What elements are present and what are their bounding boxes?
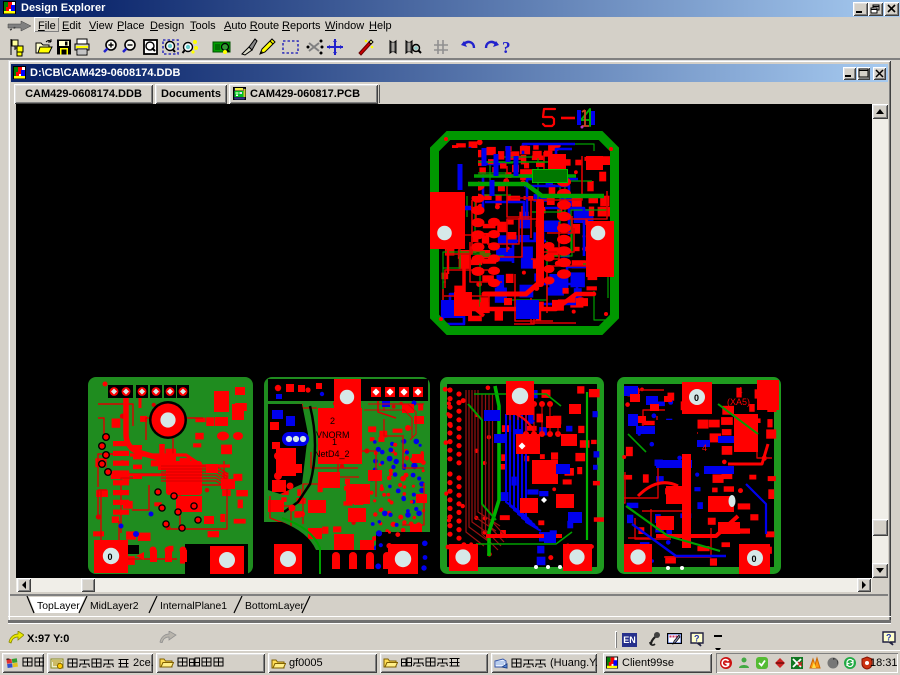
svg-text:?: ? [694, 634, 700, 644]
svg-text:1: 1 [332, 437, 337, 447]
svg-text:?: ? [502, 38, 511, 57]
svg-text:4: 4 [737, 386, 743, 397]
svg-text:BottomLayer: BottomLayer [245, 601, 304, 612]
svg-text:MidLayer2: MidLayer2 [90, 601, 139, 612]
svg-text:NetD4_2: NetD4_2 [314, 449, 350, 459]
svg-text:0: 0 [752, 554, 757, 564]
svg-text:0: 0 [694, 393, 699, 403]
svg-text:2: 2 [330, 416, 335, 426]
svg-text:(XA5): (XA5) [727, 397, 750, 407]
svg-text:4: 4 [702, 443, 707, 453]
svg-text:0: 0 [108, 552, 113, 562]
svg-text:InternalPlane1: InternalPlane1 [160, 601, 227, 612]
svg-text:TopLayer: TopLayer [37, 601, 80, 612]
svg-text:?: ? [886, 633, 892, 643]
